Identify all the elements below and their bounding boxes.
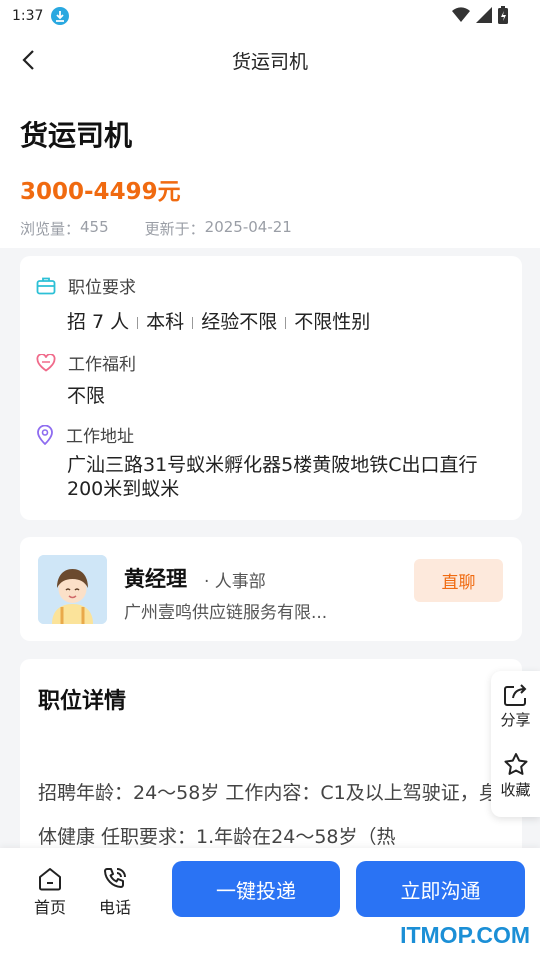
address-label: 工作地址 — [66, 427, 134, 447]
job-title: 货运司机 — [20, 119, 133, 152]
back-button[interactable] — [14, 46, 42, 74]
star-icon — [504, 753, 527, 775]
benefits-label: 工作福利 — [68, 355, 136, 375]
requirements-list: 招 7 人本科 经验不限 不限性别 — [67, 307, 370, 334]
share-icon — [503, 684, 526, 706]
share-label: 分享 — [500, 711, 531, 729]
company-name: 广州壹鸣供应链服务有限... — [124, 603, 328, 623]
briefcase-icon — [36, 277, 56, 295]
signal-icon — [476, 7, 492, 23]
address-header: 工作地址 — [36, 422, 134, 447]
wifi-icon — [452, 7, 470, 23]
job-meta: 浏览量： 455 更新于： 2025-04-21 — [20, 218, 292, 239]
requirements-header: 职位要求 — [36, 273, 136, 298]
job-detail-card: 职位详情 招聘年龄：24～58岁 工作内容：C1及以上驾驶证，身体健康 任职要求… — [20, 659, 522, 859]
phone-label: 电话 — [98, 898, 131, 917]
detail-title: 职位详情 — [38, 689, 127, 714]
chevron-left-icon — [22, 50, 34, 70]
contact-department: · 人事部 — [204, 572, 266, 592]
req-experience: 经验不限 — [201, 311, 278, 333]
heart-icon — [36, 353, 56, 372]
nav-bar: 货运司机 — [0, 32, 540, 88]
chat-now-button[interactable]: 立即沟通 — [356, 861, 525, 917]
download-icon — [51, 7, 70, 25]
home-tab[interactable]: 首页 — [25, 866, 75, 918]
address-value: 广汕三路31号蚁米孵化器5楼黄陂地铁C出口直行200米到蚁米 — [67, 454, 478, 500]
phone-tab[interactable]: 电话 — [90, 866, 140, 918]
phone-icon — [104, 868, 126, 888]
status-bar: 1:37 — [0, 0, 540, 32]
benefits-value: 不限 — [67, 385, 106, 407]
avatar — [38, 555, 107, 624]
floating-actions: 分享 收藏 — [491, 671, 540, 817]
location-icon — [37, 424, 53, 445]
direct-chat-button[interactable]: 直聊 — [414, 559, 503, 602]
updated-label: 更新于： — [144, 220, 205, 238]
views-count: 455 — [80, 218, 109, 236]
salary: 3000-4499元 — [20, 179, 181, 205]
job-info-card: 职位要求 招 7 人本科 经验不限 不限性别 工作福利 不限 工作地址 广汕三路31… — [20, 256, 522, 520]
benefits-header: 工作福利 — [36, 350, 136, 375]
requirements-label: 职位要求 — [68, 278, 136, 298]
favorite-button[interactable]: 收藏 — [491, 752, 540, 800]
share-button[interactable]: 分享 — [491, 683, 540, 730]
views-label: 浏览量： — [20, 220, 81, 238]
contact-name: 黄经理 — [124, 567, 187, 591]
one-click-apply-button[interactable]: 一键投递 — [172, 861, 340, 917]
home-icon — [39, 868, 61, 891]
battery-icon — [498, 6, 508, 24]
updated-date: 2025-04-21 — [204, 218, 292, 236]
req-education: 本科 — [146, 311, 185, 333]
status-time: 1:37 — [12, 8, 44, 24]
req-headcount: 招 7 人 — [67, 311, 130, 333]
contact-card[interactable]: 黄经理 · 人事部 广州壹鸣供应链服务有限... 直聊 — [20, 537, 522, 641]
favorite-label: 收藏 — [500, 781, 531, 799]
watermark: ITMOP.COM — [400, 922, 530, 948]
req-gender: 不限性别 — [294, 311, 371, 333]
nav-title: 货运司机 — [231, 50, 308, 73]
home-label: 首页 — [33, 898, 66, 917]
detail-text: 招聘年龄：24～58岁 工作内容：C1及以上驾驶证，身体健康 任职要求：1.年龄… — [38, 782, 498, 848]
